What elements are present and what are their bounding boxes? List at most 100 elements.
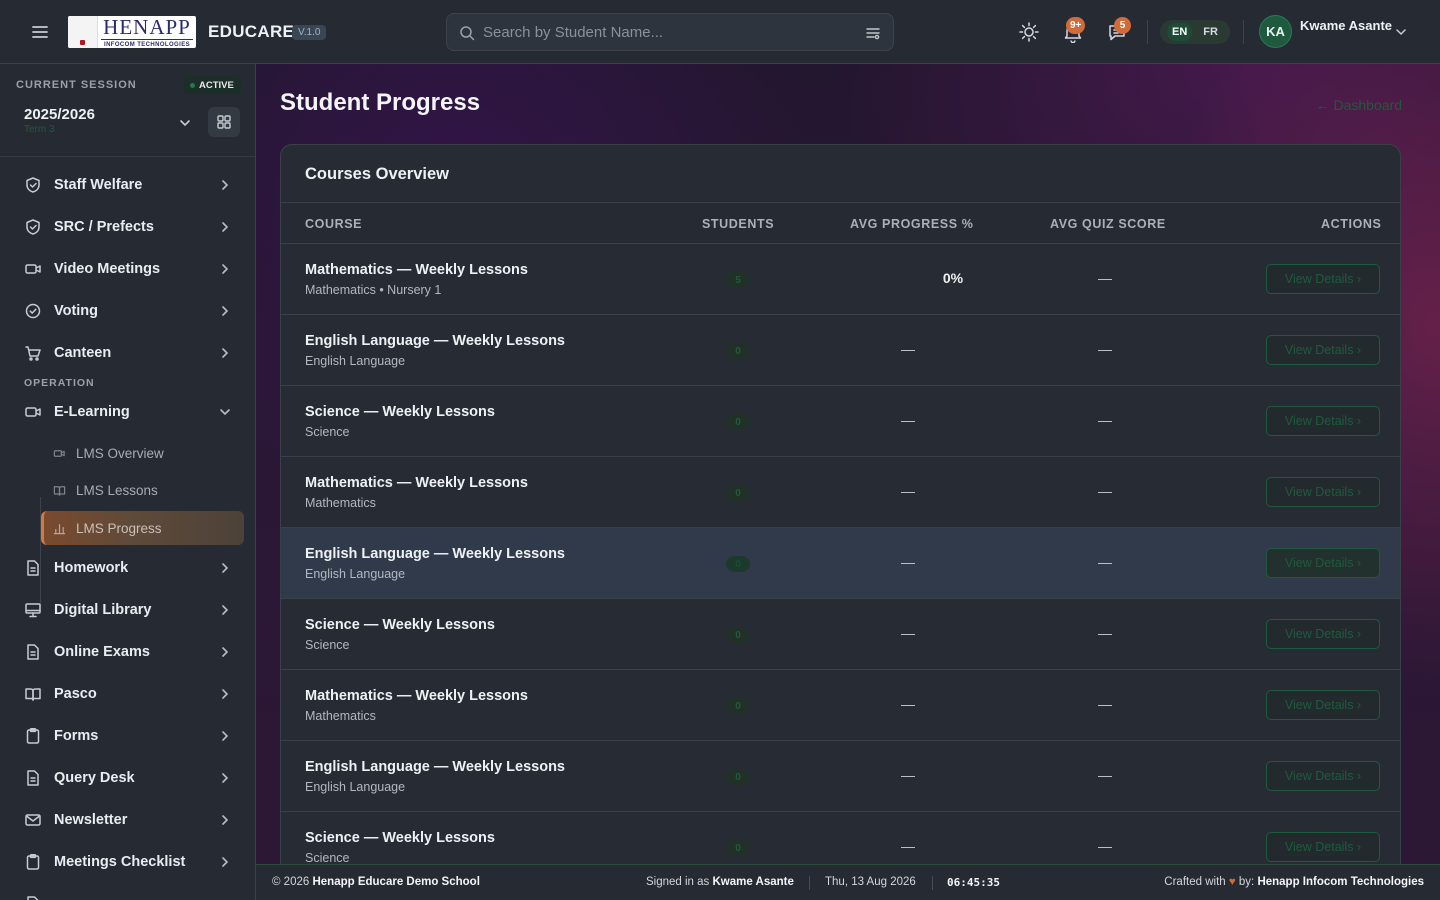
session-status-badge: ACTIVE [184, 76, 241, 94]
avg-quiz-score-value: — [1098, 412, 1112, 428]
sidebar-item-label: Online Exams [54, 644, 150, 660]
view-details-button[interactable]: View Details › [1266, 761, 1380, 791]
avg-quiz-score-value: — [1098, 554, 1112, 570]
course-subtitle: English Language [305, 780, 406, 794]
view-details-button[interactable]: View Details › [1266, 477, 1380, 507]
divider [1243, 20, 1244, 44]
filter-icon[interactable] [865, 25, 881, 41]
theme-toggle-icon[interactable] [1018, 21, 1040, 43]
user-name[interactable]: Kwame Asante [1300, 18, 1392, 33]
sidebar-item-meetings-checklist[interactable]: Meetings Checklist [16, 844, 244, 880]
students-count-badge: 0 [726, 698, 750, 714]
view-details-button[interactable]: View Details › [1266, 406, 1380, 436]
search-input[interactable] [483, 14, 863, 50]
avg-quiz-score-value: — [1098, 625, 1112, 641]
lang-en-button[interactable]: EN [1167, 23, 1193, 41]
sidebar-item-voting[interactable]: Voting [16, 293, 244, 329]
monitor-icon [25, 603, 41, 618]
sidebar-item-pasco[interactable]: Pasco [16, 676, 244, 712]
menu-icon[interactable] [28, 20, 52, 44]
avg-progress-value: — [901, 625, 915, 641]
divider [809, 876, 810, 890]
students-count-badge: 0 [726, 485, 750, 501]
column-header-avg-progress[interactable]: AVG PROGRESS % [850, 217, 973, 231]
sidebar-item-label: Voting [54, 303, 99, 319]
main-content: Student Progress ← Dashboard Courses Ove… [256, 64, 1440, 864]
course-name: Mathematics — Weekly Lessons [305, 262, 528, 278]
avg-quiz-score-value: — [1098, 696, 1112, 712]
sidebar-subitem-lms-lessons[interactable]: LMS Lessons [41, 473, 244, 507]
table-row[interactable]: Mathematics — Weekly Lessons Mathematics… [281, 244, 1400, 315]
chevron-right-icon [222, 563, 229, 573]
avg-quiz-score-value: — [1098, 838, 1112, 854]
sidebar-item-src-prefects[interactable]: SRC / Prefects [16, 209, 244, 245]
table-row[interactable]: Science — Weekly Lessons Science 0 — — V… [281, 386, 1400, 457]
view-details-button[interactable]: View Details › [1266, 548, 1380, 578]
sidebar-item-video-meetings[interactable]: Video Meetings [16, 251, 244, 287]
sidebar-item-query-desk[interactable]: Query Desk [16, 760, 244, 796]
sidebar-item-forms[interactable]: Forms [16, 718, 244, 754]
course-subtitle: Science [305, 851, 350, 864]
avg-quiz-score-value: — [1098, 270, 1112, 286]
sidebar-item-label: Staff Welfare [54, 177, 143, 193]
sidebar-item-partial[interactable] [16, 886, 244, 900]
sidebar-item-canteen[interactable]: Canteen [16, 335, 244, 371]
company-logo[interactable]: HENAPP INFOCOM TECHNOLOGIES [68, 16, 196, 48]
footer-signed-in-user: Kwame Asante [712, 876, 794, 888]
column-header-course[interactable]: COURSE [305, 217, 362, 231]
table-row[interactable]: English Language — Weekly Lessons Englis… [281, 741, 1400, 812]
course-subtitle: Science [305, 638, 350, 652]
table-row[interactable]: Science — Weekly Lessons Science 0 — — V… [281, 599, 1400, 670]
footer-credits: Crafted with ♥ by: Henapp Infocom Techno… [1164, 876, 1424, 888]
view-details-button[interactable]: View Details › [1266, 335, 1380, 365]
sidebar-item-homework[interactable]: Homework [16, 550, 244, 586]
sidebar-subitem-label: LMS Progress [76, 520, 162, 536]
sidebar-item-digital-library[interactable]: Digital Library [16, 592, 244, 628]
table-row[interactable]: Science — Weekly Lessons Science 0 — — V… [281, 812, 1400, 864]
table-row[interactable]: Mathematics — Weekly Lessons Mathematics… [281, 670, 1400, 741]
footer-company-link[interactable]: Henapp Infocom Technologies [1257, 876, 1424, 888]
notifications-badge: 9+ [1066, 17, 1086, 34]
column-header-students[interactable]: STUDENTS [702, 217, 774, 231]
shield-icon [26, 219, 40, 235]
table-row-hovered[interactable]: English Language — Weekly Lessons Englis… [281, 528, 1400, 599]
course-subtitle: English Language [305, 354, 406, 368]
apps-grid-button[interactable] [208, 107, 240, 137]
video-icon [53, 449, 65, 457]
clipboard-icon [26, 728, 40, 744]
sidebar-item-newsletter[interactable]: Newsletter [16, 802, 244, 838]
sidebar-item-online-exams[interactable]: Online Exams [16, 634, 244, 670]
search-icon [459, 25, 475, 41]
sidebar-subitem-label: LMS Lessons [76, 482, 158, 498]
sidebar-item-staff-welfare[interactable]: Staff Welfare [16, 167, 244, 203]
document-icon [27, 644, 39, 660]
avg-progress-value: — [901, 554, 915, 570]
video-icon [25, 407, 41, 417]
back-to-dashboard-link[interactable]: ← Dashboard [1316, 97, 1402, 113]
cart-icon [25, 346, 41, 361]
view-details-button[interactable]: View Details › [1266, 832, 1380, 862]
view-details-button[interactable]: View Details › [1266, 264, 1380, 294]
chevron-right-icon [222, 306, 229, 316]
sidebar-subitem-lms-progress[interactable]: LMS Progress [41, 511, 244, 545]
view-details-button[interactable]: View Details › [1266, 619, 1380, 649]
chevron-down-icon[interactable] [1394, 25, 1408, 39]
avg-progress-value: — [901, 341, 915, 357]
check-circle-icon [25, 303, 41, 319]
course-subtitle: Mathematics [305, 496, 376, 510]
footer-school-name: Henapp Educare Demo School [312, 876, 480, 888]
column-header-avg-quiz-score[interactable]: AVG QUIZ SCORE [1050, 217, 1166, 231]
bar-chart-icon [53, 523, 66, 534]
sidebar-subitem-lms-overview[interactable]: LMS Overview [41, 436, 244, 470]
table-row[interactable]: English Language — Weekly Lessons Englis… [281, 315, 1400, 386]
lang-fr-button[interactable]: FR [1198, 23, 1223, 41]
students-count-badge: 0 [726, 840, 750, 856]
table-row[interactable]: Mathematics — Weekly Lessons Mathematics… [281, 457, 1400, 528]
sidebar-item-e-learning[interactable]: E-Learning [16, 394, 244, 430]
students-count-badge: 0 [726, 343, 750, 359]
chevron-down-icon[interactable] [177, 115, 193, 131]
course-name: Science — Weekly Lessons [305, 404, 495, 420]
view-details-button[interactable]: View Details › [1266, 690, 1380, 720]
avg-quiz-score-value: — [1098, 767, 1112, 783]
user-avatar[interactable]: KA [1259, 15, 1292, 48]
